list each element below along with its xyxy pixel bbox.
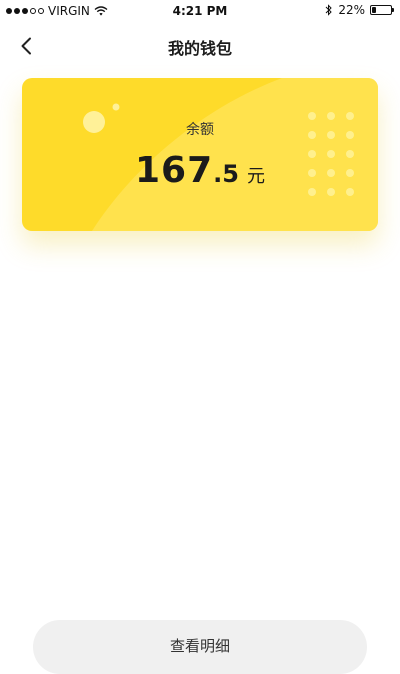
bluetooth-icon xyxy=(325,4,333,16)
page-title: 我的钱包 xyxy=(167,39,232,58)
balance-amount-decimal: .5 xyxy=(213,160,239,188)
balance-unit: 元 xyxy=(246,166,265,187)
view-details-label: 查看明细 xyxy=(169,637,230,655)
battery-percent: 22% xyxy=(338,3,365,17)
view-details-button[interactable]: 查看明细 xyxy=(33,620,367,674)
status-bar: VIRGIN 4:21 PM 22% xyxy=(0,0,400,22)
status-right: 22% xyxy=(325,3,394,17)
balance-card: 余额 167.5 元 xyxy=(22,78,378,231)
balance-amount: 167.5 元 xyxy=(22,150,378,191)
battery-icon xyxy=(370,5,394,15)
nav-bar: 我的钱包 xyxy=(0,24,400,68)
battery-fill xyxy=(372,7,376,13)
balance-label: 余额 xyxy=(186,122,214,138)
balance-amount-integer: 167 xyxy=(135,150,214,191)
